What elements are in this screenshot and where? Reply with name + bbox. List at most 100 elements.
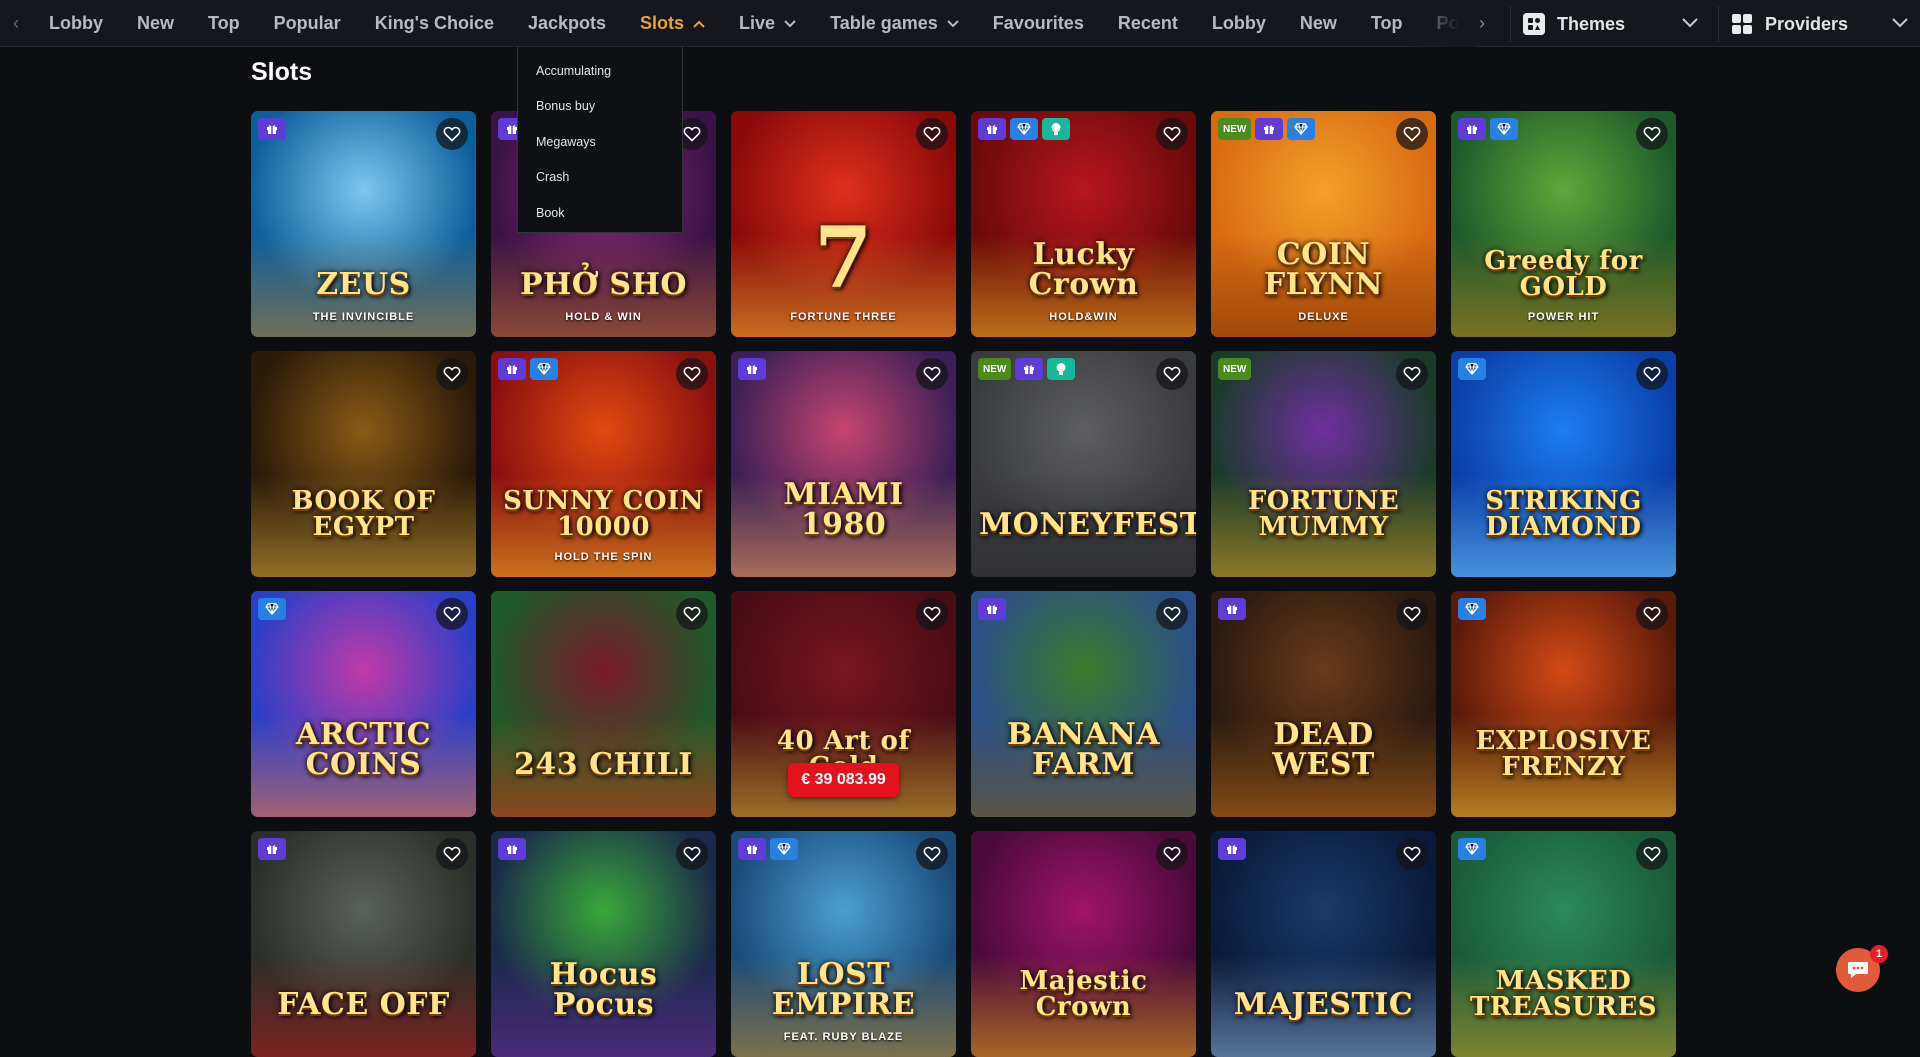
game-card[interactable]: Majestic Crown <box>971 831 1196 1057</box>
game-card[interactable]: 243 CHILI <box>491 591 716 817</box>
favourite-heart-icon[interactable] <box>916 118 948 150</box>
nav-top[interactable]: Top <box>191 0 257 47</box>
game-card[interactable]: 7 FORTUNE THREE <box>731 111 956 337</box>
bulb-icon <box>1042 118 1070 140</box>
favourite-heart-icon[interactable] <box>1156 118 1188 150</box>
game-card[interactable]: EXPLOSIVE FRENZY <box>1451 591 1676 817</box>
game-card[interactable]: BANANA FARM <box>971 591 1196 817</box>
favourite-heart-icon[interactable] <box>1396 358 1428 390</box>
nav-item-label: Top <box>1370 12 1403 33</box>
nav-item-label: Popular <box>273 12 341 33</box>
favourite-heart-icon[interactable] <box>1156 358 1188 390</box>
favourite-heart-icon[interactable] <box>1396 598 1428 630</box>
gift-icon <box>258 118 286 140</box>
providers-icon <box>1731 13 1753 35</box>
nav-table-games[interactable]: Table games <box>813 0 976 47</box>
game-card[interactable]: Greedy for GOLD POWER HIT <box>1451 111 1676 337</box>
game-card[interactable]: ARCTIC COINS <box>251 591 476 817</box>
game-subtitle: HOLD&WIN <box>1049 311 1118 323</box>
game-card[interactable]: BOOK OF EGYPT <box>251 351 476 577</box>
diamond-icon <box>1458 598 1486 620</box>
favourite-heart-icon[interactable] <box>436 598 468 630</box>
new-badge: NEW <box>1218 118 1252 140</box>
favourite-heart-icon[interactable] <box>1396 118 1428 150</box>
favourite-heart-icon[interactable] <box>1396 838 1428 870</box>
nav-kings-choice[interactable]: King's Choice <box>358 0 511 47</box>
game-card[interactable]: COIN FLYNN DELUXE NEW <box>1211 111 1436 337</box>
nav-favourites[interactable]: Favourites <box>976 0 1101 47</box>
nav-lobby-2[interactable]: Lobby <box>1195 0 1283 47</box>
gift-icon <box>978 118 1006 140</box>
gift-icon <box>498 358 526 380</box>
favourite-heart-icon[interactable] <box>916 838 948 870</box>
nav-slots[interactable]: Slots <box>623 0 722 47</box>
game-subtitle: FEAT. RUBY BLAZE <box>783 1031 904 1043</box>
game-badges: NEW <box>1218 358 1252 380</box>
nav-popular[interactable]: Popular <box>257 0 358 47</box>
favourite-heart-icon[interactable] <box>436 838 468 870</box>
new-badge: NEW <box>1218 358 1252 380</box>
themes-select[interactable]: Themes <box>1510 6 1710 42</box>
game-badges <box>1458 118 1518 140</box>
game-card[interactable]: ZEUS THE INVINCIBLE <box>251 111 476 337</box>
game-card[interactable]: MONEYFEST NEW <box>971 351 1196 577</box>
game-title: MAJESTIC <box>1233 987 1414 1023</box>
game-card[interactable]: MASKED TREASURES <box>1451 831 1676 1057</box>
game-card[interactable]: STRIKING DIAMOND <box>1451 351 1676 577</box>
nav-recent[interactable]: Recent <box>1101 0 1195 47</box>
favourite-heart-icon[interactable] <box>676 358 708 390</box>
nav-jackpots[interactable]: Jackpots <box>511 0 623 47</box>
game-title: MASKED TREASURES <box>1469 965 1658 1023</box>
game-card[interactable]: SUNNY COIN 10000 HOLD THE SPIN <box>491 351 716 577</box>
game-subtitle: HOLD THE SPIN <box>554 551 653 563</box>
diamond-icon <box>1010 118 1038 140</box>
diamond-icon <box>770 838 798 860</box>
game-card[interactable]: DEAD WEST <box>1211 591 1436 817</box>
providers-select[interactable]: Providers <box>1718 6 1920 42</box>
game-subtitle: HOLD & WIN <box>565 311 642 323</box>
favourite-heart-icon[interactable] <box>1636 598 1668 630</box>
dropdown-item-bonus-buy[interactable]: Bonus buy <box>518 89 682 125</box>
game-title: Hocus Pocus <box>549 956 658 1023</box>
favourite-heart-icon[interactable] <box>436 118 468 150</box>
game-badges <box>978 118 1070 140</box>
favourite-heart-icon[interactable] <box>1156 598 1188 630</box>
game-title: ARCTIC COINS <box>295 716 432 783</box>
game-badges <box>1458 838 1486 860</box>
favourite-heart-icon[interactable] <box>916 598 948 630</box>
dropdown-item-crash[interactable]: Crash <box>518 160 682 196</box>
game-card[interactable]: FACE OFF <box>251 831 476 1057</box>
game-card[interactable]: MIAMI 1980 <box>731 351 956 577</box>
favourite-heart-icon[interactable] <box>676 598 708 630</box>
game-card[interactable]: MAJESTIC <box>1211 831 1436 1057</box>
dropdown-item-megaways[interactable]: Megaways <box>518 124 682 160</box>
nav-scroll-left-icon[interactable]: ‹ <box>0 0 32 47</box>
chevron-up-icon <box>693 16 705 31</box>
favourite-heart-icon[interactable] <box>1636 118 1668 150</box>
chat-notification-badge: 1 <box>1870 945 1888 963</box>
favourite-heart-icon[interactable] <box>1636 358 1668 390</box>
themes-label: Themes <box>1557 13 1626 34</box>
game-badges <box>1218 598 1246 620</box>
favourite-heart-icon[interactable] <box>436 358 468 390</box>
game-card[interactable]: Hocus Pocus <box>491 831 716 1057</box>
favourite-heart-icon[interactable] <box>1156 838 1188 870</box>
nav-popular-2[interactable]: Popular <box>1420 0 1476 47</box>
nav-new[interactable]: New <box>120 0 191 47</box>
nav-new-2[interactable]: New <box>1283 0 1354 47</box>
game-card[interactable]: Lucky Crown HOLD&WIN <box>971 111 1196 337</box>
chevron-down-icon <box>1892 15 1908 33</box>
favourite-heart-icon[interactable] <box>916 358 948 390</box>
nav-top-2[interactable]: Top <box>1354 0 1420 47</box>
nav-live[interactable]: Live <box>722 0 813 47</box>
favourite-heart-icon[interactable] <box>676 838 708 870</box>
game-card[interactable]: FORTUNE MUMMY NEW <box>1211 351 1436 577</box>
dropdown-item-book[interactable]: Book <box>518 195 682 231</box>
game-title: PHỞ SHO <box>519 267 688 303</box>
nav-item-label: Popular <box>1436 12 1476 33</box>
game-card[interactable]: 40 Art of Gold€ 39 083.99 <box>731 591 956 817</box>
nav-lobby[interactable]: Lobby <box>32 0 120 47</box>
favourite-heart-icon[interactable] <box>1636 838 1668 870</box>
dropdown-item-accumulating[interactable]: Accumulating <box>518 53 682 89</box>
game-card[interactable]: LOST EMPIRE FEAT. RUBY BLAZE <box>731 831 956 1057</box>
